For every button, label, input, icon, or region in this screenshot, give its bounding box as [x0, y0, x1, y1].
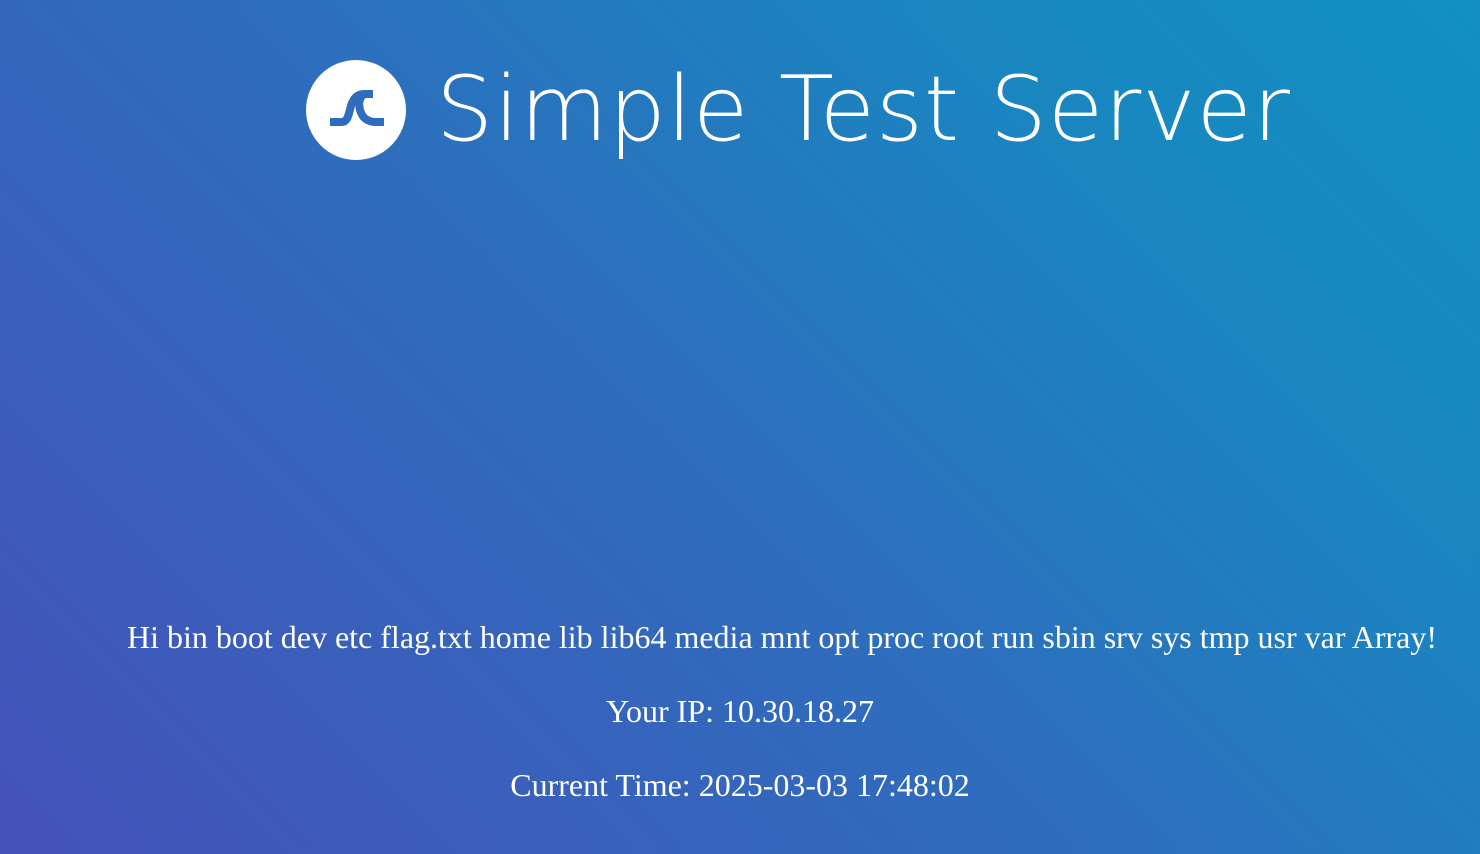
- current-time-text: Current Time: 2025-03-03 17:48:02: [510, 767, 970, 803]
- wave-logo-icon: [306, 60, 406, 160]
- ip-address-text: Your IP: 10.30.18.27: [606, 693, 874, 729]
- page-title: Simple Test Server: [436, 57, 1291, 162]
- greeting-text: Hi bin boot dev etc flag.txt home lib li…: [126, 619, 1437, 655]
- page-header: Simple Test Server: [306, 60, 1291, 160]
